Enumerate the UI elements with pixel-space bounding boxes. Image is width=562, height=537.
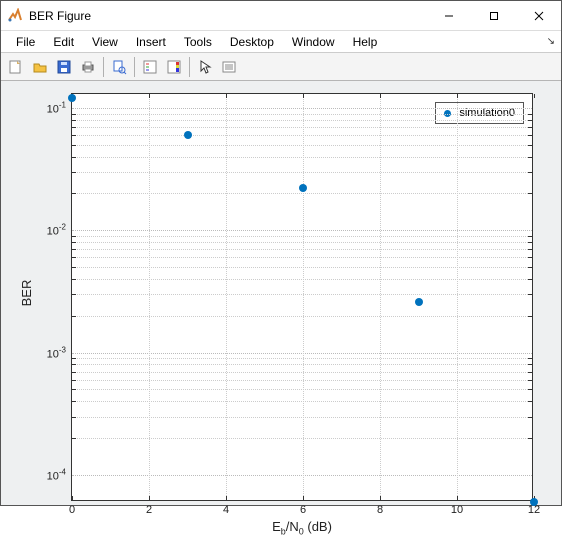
insert-legend-button[interactable]: [139, 56, 161, 78]
gridline-h-minor: [72, 372, 532, 373]
gridline-h-minor: [72, 193, 532, 194]
window-title: BER Figure: [29, 9, 426, 23]
x-axis-label: Eb/N0 (dB): [71, 519, 533, 537]
y-tick-label: 10-1: [47, 101, 72, 116]
x-tick-label: 0: [69, 500, 75, 516]
y-tick-label: 10-3: [47, 345, 72, 360]
gridline-h-minor: [72, 145, 532, 146]
edit-plot-button[interactable]: [194, 56, 216, 78]
gridline-h-minor: [72, 236, 532, 237]
gridline-h-minor: [72, 316, 532, 317]
close-button[interactable]: [516, 1, 561, 30]
y-tick-label: 10-4: [47, 468, 72, 483]
insert-colorbar-button[interactable]: [163, 56, 185, 78]
x-tick-label: 2: [146, 500, 152, 516]
gridline-v: [226, 94, 227, 500]
y-axis-label: BER: [19, 280, 34, 307]
gridline-h-minor: [72, 157, 532, 158]
minimize-button[interactable]: [426, 1, 471, 30]
menu-edit[interactable]: Edit: [44, 33, 83, 51]
toolbar-separator: [103, 57, 104, 77]
menu-insert[interactable]: Insert: [127, 33, 175, 51]
gridline-h-minor: [72, 267, 532, 268]
gridline-h-minor: [72, 127, 532, 128]
open-button[interactable]: [29, 56, 51, 78]
gridline-h-minor: [72, 389, 532, 390]
menu-window[interactable]: Window: [283, 33, 344, 51]
x-tick-label: 4: [223, 500, 229, 516]
gridline-h-minor: [72, 120, 532, 121]
print-preview-button[interactable]: [108, 56, 130, 78]
gridline-h-minor: [72, 279, 532, 280]
x-tick-label: 8: [377, 500, 383, 516]
gridline-h-minor: [72, 114, 532, 115]
gridline-v: [380, 94, 381, 500]
gridline-h-minor: [72, 417, 532, 418]
gridline-h-minor: [72, 294, 532, 295]
x-tick-label: 10: [451, 500, 463, 516]
gridline-h-minor: [72, 249, 532, 250]
x-tick-label: 12: [528, 500, 540, 516]
gridline-v: [457, 94, 458, 500]
gridline-h-minor: [72, 135, 532, 136]
toolbar-separator: [134, 57, 135, 77]
gridline-h-minor: [72, 242, 532, 243]
toolbar-separator: [189, 57, 190, 77]
figure-area[interactable]: BER Eb/N0 (dB) simulation0 10-110-210-31…: [1, 81, 561, 505]
gridline-h-minor: [72, 257, 532, 258]
new-figure-button[interactable]: [5, 56, 27, 78]
save-button[interactable]: [53, 56, 75, 78]
data-cursor-button[interactable]: [218, 56, 240, 78]
gridline-h-minor: [72, 380, 532, 381]
gridline-h-minor: [72, 364, 532, 365]
menu-desktop[interactable]: Desktop: [221, 33, 283, 51]
menu-file[interactable]: File: [7, 33, 44, 51]
gridline-v: [149, 94, 150, 500]
gridline-h: [72, 230, 532, 231]
gridline-h-minor: [72, 438, 532, 439]
print-button[interactable]: [77, 56, 99, 78]
gridline-h-minor: [72, 172, 532, 173]
gridline-v: [303, 94, 304, 500]
x-tick-label: 6: [300, 500, 306, 516]
menu-overflow-icon[interactable]: ↘: [547, 36, 555, 47]
menu-view[interactable]: View: [83, 33, 127, 51]
data-point: [299, 184, 307, 192]
axes[interactable]: simulation0 10-110-210-310-4024681012: [71, 93, 533, 501]
toolbar: [1, 53, 561, 81]
gridline-h-minor: [72, 401, 532, 402]
gridline-h-minor: [72, 358, 532, 359]
gridline-h: [72, 108, 532, 109]
y-tick-label: 10-2: [47, 223, 72, 238]
window-controls: [426, 1, 561, 30]
gridline-h: [72, 353, 532, 354]
menu-tools[interactable]: Tools: [175, 33, 221, 51]
menu-help[interactable]: Help: [344, 33, 387, 51]
titlebar: BER Figure: [1, 1, 561, 31]
menubar: File Edit View Insert Tools Desktop Wind…: [1, 31, 561, 53]
matlab-icon: [7, 8, 23, 24]
data-point: [184, 131, 192, 139]
figure-window: BER Figure File Edit View Insert Tools D…: [0, 0, 562, 506]
maximize-button[interactable]: [471, 1, 516, 30]
gridline-h: [72, 475, 532, 476]
data-point: [415, 298, 423, 306]
